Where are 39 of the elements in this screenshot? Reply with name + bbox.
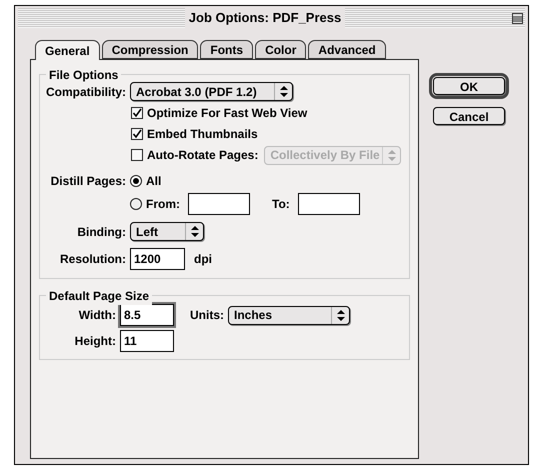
unit-label: dpi xyxy=(194,251,212,268)
text-field[interactable] xyxy=(188,193,250,215)
radio-label: All xyxy=(146,173,162,190)
field-label: Distill Pages: xyxy=(50,173,126,190)
up-down-arrows-icon xyxy=(336,310,344,320)
button[interactable]: Cancel xyxy=(433,107,505,125)
checkbox-label: Optimize For Fast Web View xyxy=(147,105,308,122)
checkbox-icon[interactable] xyxy=(131,149,143,161)
up-down-arrows-icon xyxy=(190,226,198,237)
field-label: To: xyxy=(272,196,290,213)
tab[interactable]: Color xyxy=(255,40,306,59)
field-label: Width: xyxy=(78,307,116,324)
compatibility-popup[interactable]: Acrobat 3.0 (PDF 1.2) xyxy=(130,82,293,101)
collapse-box-icon[interactable] xyxy=(512,12,524,24)
up-down-arrows-icon xyxy=(280,86,288,97)
units-popup[interactable]: Inches xyxy=(228,306,350,324)
checkbox-label: Auto-Rotate Pages: xyxy=(147,147,258,164)
selected-radio-icon[interactable] xyxy=(130,175,142,187)
up-down-arrows-icon xyxy=(388,150,396,160)
tab[interactable]: Compression xyxy=(102,40,198,59)
text-field[interactable]: 8.5 xyxy=(120,304,174,326)
field-label: Binding: xyxy=(76,224,126,240)
binding-popup[interactable]: Left xyxy=(130,222,204,241)
field-label: Resolution: xyxy=(59,251,126,268)
tab[interactable]: General xyxy=(35,40,100,60)
radio-icon[interactable] xyxy=(130,198,142,210)
field-label: Compatibility: xyxy=(45,84,126,100)
text-field[interactable]: 11 xyxy=(120,330,174,352)
checked-checkbox-icon[interactable] xyxy=(131,128,143,140)
checked-checkbox-icon[interactable] xyxy=(131,107,143,119)
radio-label: From: xyxy=(146,196,180,213)
text-field[interactable] xyxy=(298,193,360,215)
text-field[interactable]: 1200 xyxy=(130,248,185,270)
window-title: Job Options: PDF_Press xyxy=(184,8,346,28)
field-label: Units: xyxy=(190,307,224,324)
field-label: Height: xyxy=(74,333,116,350)
checkbox-label: Embed Thumbnails xyxy=(147,126,258,143)
tab[interactable]: Advanced xyxy=(308,40,386,59)
tab[interactable]: Fonts xyxy=(200,40,254,59)
